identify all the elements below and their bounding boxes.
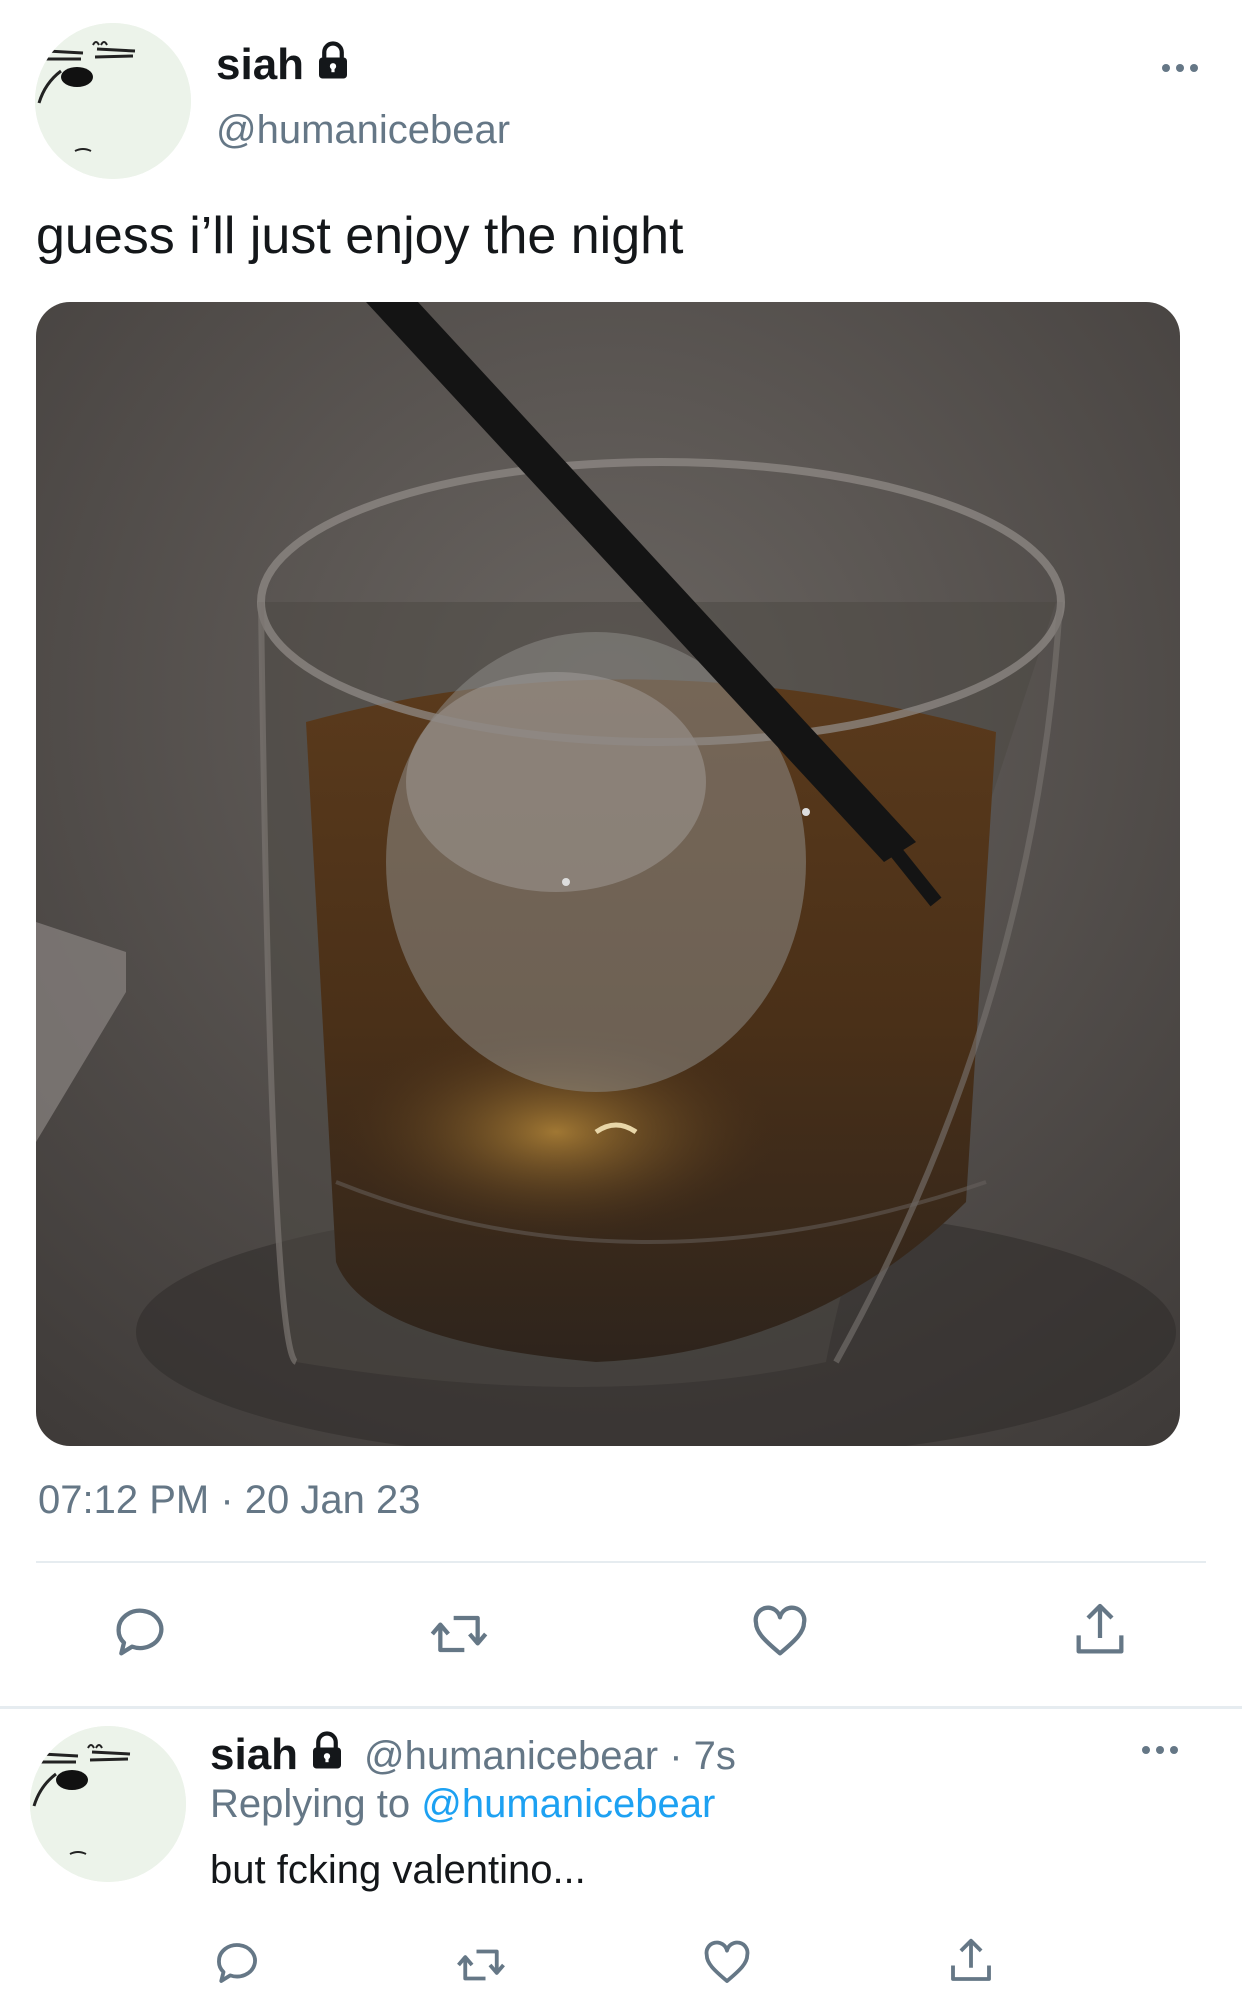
retweet-button[interactable] xyxy=(427,1602,491,1666)
tweet-photo[interactable] xyxy=(36,302,1180,1446)
tweet-text: guess i’ll just enjoy the night xyxy=(36,207,684,265)
share-icon xyxy=(1076,1603,1124,1654)
display-name[interactable]: siah xyxy=(216,40,304,90)
like-icon xyxy=(753,1605,807,1656)
tweet-timestamp[interactable]: 07:12 PM · 20 Jan 23 xyxy=(38,1478,420,1523)
reply-text: but fcking valentino... xyxy=(210,1848,586,1892)
user-avatar[interactable] xyxy=(35,23,191,179)
more-options-icon[interactable] xyxy=(1158,58,1202,78)
bear-face-avatar-image xyxy=(30,1726,186,1882)
replying-to-line: Replying to @humanicebear xyxy=(210,1782,715,1827)
divider xyxy=(36,1561,1206,1563)
lock-icon xyxy=(312,40,354,82)
user-avatar[interactable] xyxy=(30,1726,186,1882)
replying-prefix: Replying to xyxy=(210,1782,422,1826)
like-button[interactable] xyxy=(748,1600,812,1664)
reply-icon xyxy=(217,1943,257,1983)
lock-icon xyxy=(306,1730,348,1772)
like-icon xyxy=(704,1940,750,1983)
display-name[interactable]: siah xyxy=(210,1730,298,1780)
share-icon xyxy=(951,1938,991,1981)
share-button[interactable] xyxy=(944,1934,998,1988)
user-handle[interactable]: @humanicebear xyxy=(216,108,510,153)
reply-icon xyxy=(116,1608,164,1656)
bear-face-avatar-image xyxy=(35,23,191,179)
retweet-button[interactable] xyxy=(454,1938,508,1992)
divider xyxy=(0,1706,1242,1709)
reply-button[interactable] xyxy=(108,1600,172,1664)
like-button[interactable] xyxy=(700,1936,754,1990)
more-options-icon[interactable] xyxy=(1138,1740,1182,1760)
retweet-icon xyxy=(457,1949,505,1981)
mention-link[interactable]: @humanicebear xyxy=(421,1782,715,1826)
whiskey-glass-photo xyxy=(36,302,1180,1446)
retweet-icon xyxy=(430,1615,488,1653)
reply-button[interactable] xyxy=(210,1936,264,1990)
reply-meta[interactable]: @humanicebear · 7s xyxy=(364,1734,736,1779)
share-button[interactable] xyxy=(1068,1598,1132,1662)
